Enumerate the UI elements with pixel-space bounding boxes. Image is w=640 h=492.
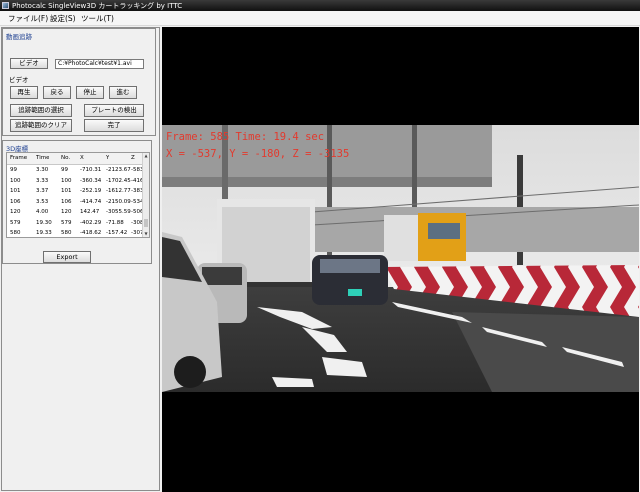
tracking-panel: 動画追跡 ビデオ C:¥PhotoCalc¥test¥1.avi ビデオ 再生 … xyxy=(2,28,156,136)
table-cell: -2123.67 xyxy=(106,167,131,173)
video-controls-label: ビデオ xyxy=(9,76,29,84)
table-cell: 4.00 xyxy=(36,209,49,215)
table-cell: -157.42 xyxy=(106,230,128,236)
table-cell: -3055.59 xyxy=(106,209,131,215)
table-cell: 579 xyxy=(10,219,21,226)
video-view[interactable]: Frame: 585 Time: 19.4 sec X = -537, Y = … xyxy=(162,27,639,492)
detect-plate-button[interactable]: プレートの検出 xyxy=(84,104,144,117)
table-cell: 106 xyxy=(61,198,72,205)
table-row[interactable]: 100 3.33 100 -360.34 -1702.45 -4166 xyxy=(7,176,147,187)
table-cell: -402.29 xyxy=(80,219,102,226)
table-cell: -252.19 xyxy=(80,188,102,194)
table-cell: 99 xyxy=(10,167,17,173)
app-icon xyxy=(2,2,9,9)
menu-file[interactable]: ファイル(F) xyxy=(8,13,48,24)
video-frame xyxy=(162,125,639,392)
table-row[interactable]: 101 3.37 101 -252.19 -1612.77 -3833 xyxy=(7,186,147,197)
table-cell: 580 xyxy=(61,230,72,236)
table-row[interactable]: 99 3.30 99 -710.31 -2123.67 -5836 xyxy=(7,165,147,176)
table-cell: 100 xyxy=(10,177,21,184)
column-header[interactable]: X xyxy=(80,155,84,161)
table-cell: -418.62 xyxy=(80,230,102,236)
scroll-down-icon[interactable]: ▼ xyxy=(143,231,149,237)
table-cell: 106 xyxy=(10,198,21,205)
table-row[interactable]: 580 19.33 580 -418.62 -157.42 -3076 xyxy=(7,228,147,237)
table-cell: 579 xyxy=(61,219,72,226)
table-cell: 3.30 xyxy=(36,167,49,173)
table-cell: 120 xyxy=(61,209,72,215)
column-header[interactable]: Frame xyxy=(10,155,27,161)
tracking-panel-title: 動画追跡 xyxy=(6,33,32,41)
stop-button[interactable]: 停止 xyxy=(76,86,104,99)
video-open-button[interactable]: ビデオ xyxy=(10,58,48,69)
table-row[interactable]: 579 19.30 579 -402.29 -71.88 -3085 xyxy=(7,218,147,229)
column-header[interactable]: Y xyxy=(106,155,109,161)
table-cell: -2150.09 xyxy=(106,198,131,205)
table-cell: -414.74 xyxy=(80,198,102,205)
coords-table[interactable]: Frame Time No. X Y Z 99 3.30 99 -710.31 -212… xyxy=(6,152,150,238)
column-header[interactable]: Z xyxy=(131,155,135,161)
menu-bar: ファイル(F) 設定(S) ツール(T) xyxy=(0,11,640,26)
export-button[interactable]: Export xyxy=(43,251,91,263)
video-path-field[interactable]: C:¥PhotoCalc¥test¥1.avi xyxy=(55,59,144,69)
table-cell: -360.34 xyxy=(80,177,102,184)
table-cell: -1702.45 xyxy=(106,177,131,184)
table-cell: 19.30 xyxy=(36,219,52,226)
table-row[interactable]: 120 4.00 120 142.47 -3055.59 -5061 xyxy=(7,207,147,218)
scroll-thumb[interactable] xyxy=(144,219,148,227)
table-cell: 99 xyxy=(61,167,68,173)
table-header: Frame Time No. X Y Z xyxy=(7,153,145,165)
play-button[interactable]: 再生 xyxy=(10,86,38,99)
table-cell: 120 xyxy=(10,209,21,215)
table-cell: 142.47 xyxy=(80,209,100,215)
table-scrollbar[interactable]: ▲ ▼ xyxy=(142,153,149,237)
table-cell: 19.33 xyxy=(36,230,52,236)
table-cell: 100 xyxy=(61,177,72,184)
table-cell: 101 xyxy=(10,188,21,194)
column-header[interactable]: Time xyxy=(36,155,49,161)
table-cell: -71.88 xyxy=(106,219,124,226)
table-cell: 580 xyxy=(10,230,21,236)
menu-tools[interactable]: ツール(T) xyxy=(81,13,114,24)
table-cell: -1612.77 xyxy=(106,188,131,194)
clear-range-button[interactable]: 追跡範囲のクリア xyxy=(10,119,72,132)
menu-settings[interactable]: 設定(S) xyxy=(50,13,76,24)
back-button[interactable]: 戻る xyxy=(43,86,71,99)
forward-button[interactable]: 進む xyxy=(109,86,137,99)
scroll-up-icon[interactable]: ▲ xyxy=(143,153,149,159)
table-cell: 101 xyxy=(61,188,72,194)
table-row[interactable]: 106 3.53 106 -414.74 -2150.09 -5344 xyxy=(7,197,147,208)
table-cell: -710.31 xyxy=(80,167,102,173)
table-cell: 3.33 xyxy=(36,177,49,184)
done-button[interactable]: 完了 xyxy=(84,119,144,132)
table-cell: 3.53 xyxy=(36,198,49,205)
title-bar: Photocalc SingleView3D カートラッキング by ITTC xyxy=(0,0,640,11)
coords-panel: 3D座標 Frame Time No. X Y Z 99 3.30 99 -710.3… xyxy=(2,140,152,264)
window-title: Photocalc SingleView3D カートラッキング by ITTC xyxy=(12,2,183,10)
overlay-frame-time: Frame: 585 Time: 19.4 sec xyxy=(166,131,325,143)
table-cell: 3.37 xyxy=(36,188,49,194)
select-range-button[interactable]: 追跡範囲の選択 xyxy=(10,104,72,117)
overlay-xyz: X = -537, Y = -180, Z = -3135 xyxy=(166,148,350,160)
column-header[interactable]: No. xyxy=(61,155,70,161)
